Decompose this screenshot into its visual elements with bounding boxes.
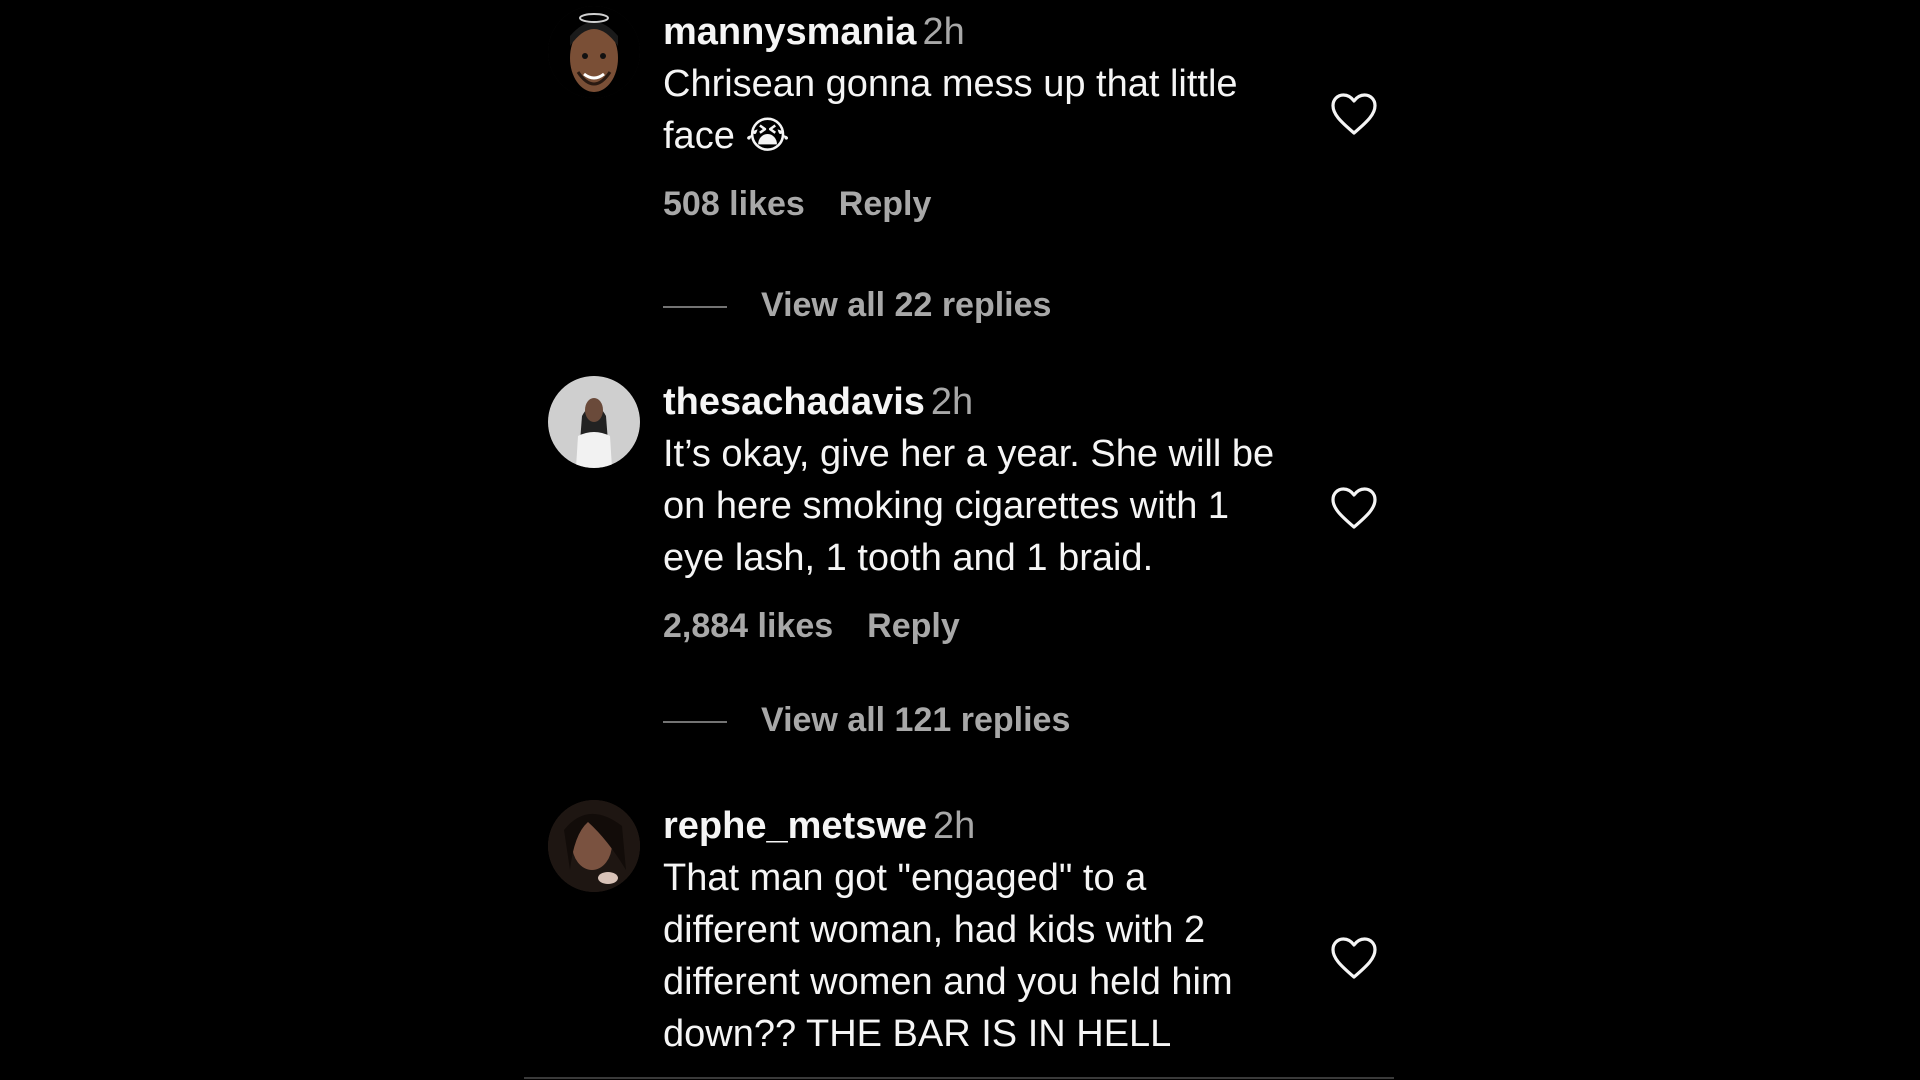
comment-actions: 2,884 likes Reply [663, 602, 1313, 650]
comment-header: thesachadavis 2h [663, 376, 1313, 428]
avatar[interactable] [548, 376, 640, 468]
view-replies-button[interactable]: View all 22 replies [663, 281, 1051, 329]
view-replies-label: View all 121 replies [761, 701, 1071, 739]
view-replies-label: View all 22 replies [761, 286, 1052, 324]
comment-body: rephe_metswe 2h That man got "engaged" to… [663, 800, 1313, 1060]
comment-text: Chrisean gonna mess up that little face … [663, 58, 1313, 162]
heart-outline-icon[interactable] [1330, 486, 1378, 530]
reply-button[interactable]: Reply [867, 607, 960, 645]
avatar[interactable] [548, 800, 640, 892]
username-link[interactable]: thesachadavis [663, 381, 925, 423]
comment-text: That man got "engaged" to a different wo… [663, 857, 1233, 1055]
comment-header: mannysmania 2h [663, 6, 1313, 58]
username-link[interactable]: rephe_metswe [663, 805, 927, 847]
comment-text: It’s okay, give her a year. She will be … [663, 433, 1275, 579]
comments-panel: mannysmania 2h Chrisean gonna mess up tha… [0, 0, 1920, 1080]
avatar-cartoon-face [548, 6, 640, 98]
comment-actions: 508 likes Reply [663, 180, 1313, 228]
avatar[interactable] [548, 6, 640, 98]
view-replies-button[interactable]: View all 121 replies [663, 696, 1070, 744]
comment-body: mannysmania 2h Chrisean gonna mess up tha… [663, 6, 1313, 228]
likes-count[interactable]: 2,884 likes [663, 607, 833, 645]
timestamp: 2h [930, 381, 974, 423]
avatar-photo [548, 376, 640, 468]
bottom-divider [524, 1077, 1394, 1079]
likes-count[interactable]: 508 likes [663, 185, 805, 223]
timestamp: 2h [922, 11, 965, 53]
divider-line [663, 306, 727, 309]
heart-outline-icon[interactable] [1330, 936, 1378, 980]
divider-line [663, 721, 727, 724]
comment-header: rephe_metswe 2h [663, 800, 1313, 852]
comment-body: thesachadavis 2h It’s okay, give her a ye… [663, 376, 1313, 650]
crying-emoji: 😭 [745, 115, 790, 157]
avatar-photo [548, 800, 640, 892]
reply-button[interactable]: Reply [839, 185, 932, 223]
heart-outline-icon[interactable] [1330, 92, 1378, 136]
username-link[interactable]: mannysmania [663, 11, 916, 53]
timestamp: 2h [933, 805, 976, 847]
